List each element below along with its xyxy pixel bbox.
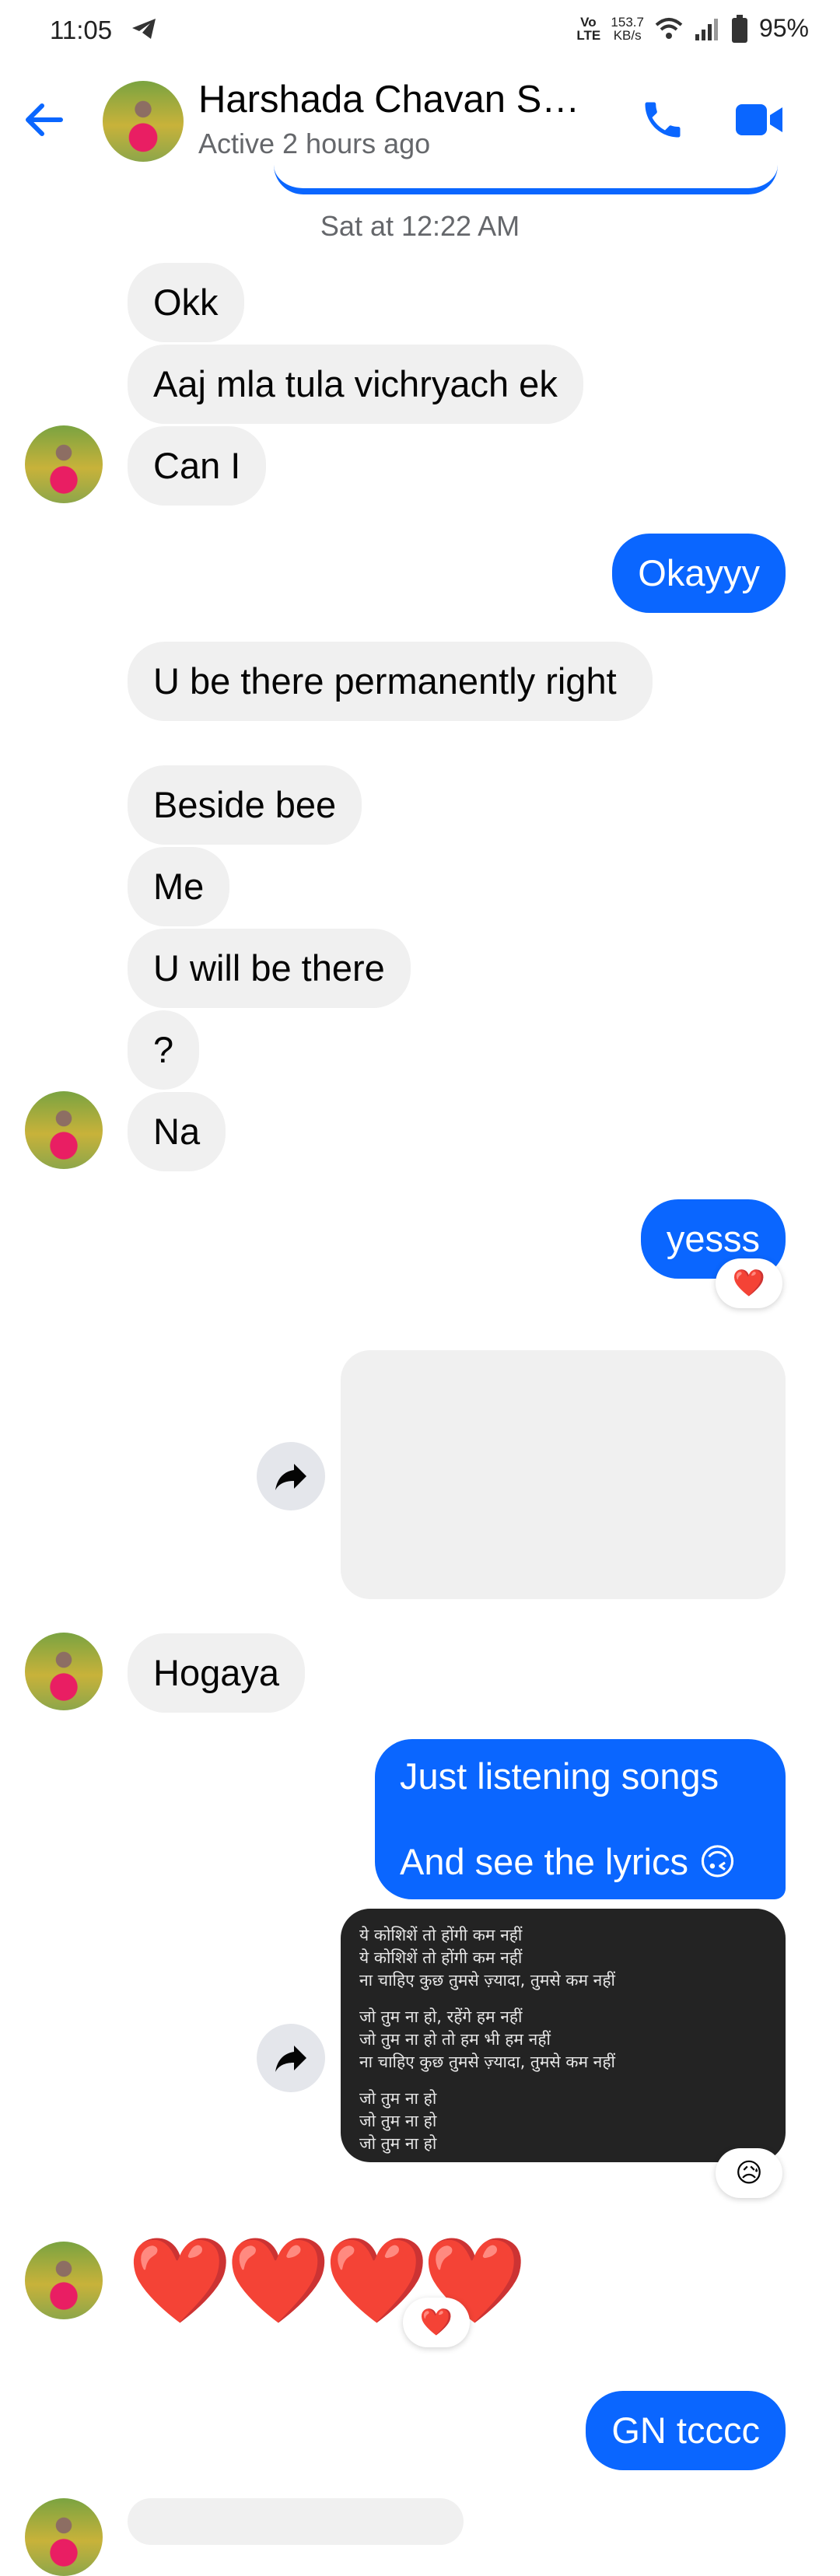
heart-reaction[interactable]: ❤️ xyxy=(716,1258,782,1308)
lyric-line: जो तुम ना हो तो हम भी हम नहीं xyxy=(359,2030,551,2049)
partial-incoming-bubble xyxy=(128,2498,464,2545)
sender-avatar[interactable] xyxy=(25,1633,103,1710)
lyric-line: जो तुम ना हो, रहेंगे हम नहीं xyxy=(359,2007,523,2026)
lyric-line: ये कोशिशें तो होंगी कम नहीं xyxy=(359,1926,523,1944)
heart-reaction[interactable]: ❤️ xyxy=(403,2298,470,2347)
sad-reaction[interactable]: 😥 xyxy=(716,2148,782,2198)
status-time: 11:05 xyxy=(50,16,113,44)
share-button[interactable] xyxy=(257,2024,325,2092)
network-speed-unit: KB/s xyxy=(613,27,642,43)
incoming-message[interactable]: Me xyxy=(128,847,230,926)
lyric-line: जो तुम ना हो xyxy=(359,2134,437,2153)
share-button[interactable] xyxy=(257,1442,325,1510)
lyric-line: जो तुम ना हो xyxy=(359,2112,437,2130)
telegram-icon xyxy=(131,17,157,44)
incoming-message[interactable]: Okk xyxy=(128,263,244,342)
video-call-icon[interactable] xyxy=(736,101,784,142)
network-speed: 153.7 KB/s xyxy=(611,16,644,42)
message-line: And see the lyrics 🙃 xyxy=(400,1841,737,1882)
active-status: Active 2 hours ago xyxy=(198,128,431,159)
sender-avatar[interactable] xyxy=(25,2242,103,2319)
lyric-line: ना चाहिए कुछ तुमसे ज़्यादा, तुमसे कम नही… xyxy=(359,1971,615,1990)
lyrics-image[interactable]: ये कोशिशें तो होंगी कम नहीं ये कोशिशें त… xyxy=(341,1909,786,2162)
timestamp-divider: Sat at 12:22 AM xyxy=(320,210,520,242)
lte-indicator: Vo LTE xyxy=(576,14,601,43)
outgoing-message[interactable]: GN tcccc xyxy=(586,2391,786,2470)
sender-avatar[interactable] xyxy=(25,425,103,503)
back-arrow-icon[interactable] xyxy=(22,96,68,147)
contact-avatar[interactable] xyxy=(103,81,184,162)
incoming-message[interactable]: Na xyxy=(128,1092,226,1171)
status-bar-right: Vo LTE 153.7 KB/s 95% xyxy=(576,14,809,43)
lyric-line: ना चाहिए कुछ तुमसे ज़्यादा, तुमसे कम नही… xyxy=(359,2053,615,2071)
incoming-message[interactable]: ? xyxy=(128,1010,200,1090)
network-speed-value: 153.7 xyxy=(611,14,644,30)
battery-percent: 95% xyxy=(758,14,809,42)
shared-attachment[interactable] xyxy=(341,1350,786,1599)
incoming-message[interactable]: Can I xyxy=(128,426,267,506)
share-arrow-icon xyxy=(275,2046,306,2072)
share-arrow-icon xyxy=(275,1464,306,1490)
phone-call-icon[interactable] xyxy=(639,96,686,147)
signal-icon xyxy=(695,18,718,40)
outgoing-message[interactable]: Okayyy xyxy=(612,534,786,613)
contact-name[interactable]: Harshada Chavan S… xyxy=(198,78,579,121)
message-line: Just listening songs xyxy=(400,1755,719,1797)
sender-avatar[interactable] xyxy=(25,1091,103,1169)
outgoing-message[interactable]: Just listening songs And see the lyrics … xyxy=(375,1739,786,1899)
lyric-line: जो तुम ना हो xyxy=(359,2089,437,2108)
incoming-message[interactable]: U will be there xyxy=(128,929,411,1008)
sender-avatar[interactable] xyxy=(25,2498,103,2576)
incoming-message[interactable]: U be there permanently right xyxy=(128,642,653,721)
incoming-message[interactable]: Beside bee xyxy=(128,765,362,845)
lyric-line: ये कोशिशें तो होंगी कम नहीं xyxy=(359,1948,523,1967)
incoming-message[interactable]: Hogaya xyxy=(128,1633,305,1713)
battery-icon xyxy=(731,14,747,43)
partial-message-bubble xyxy=(274,165,778,194)
wifi-icon xyxy=(655,17,683,39)
incoming-message[interactable]: Aaj mla tula vichryach ek xyxy=(128,345,583,424)
